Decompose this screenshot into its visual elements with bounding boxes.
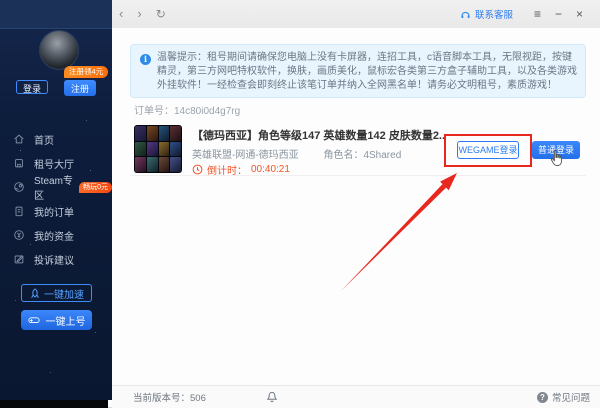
refresh-icon[interactable]: ↻ xyxy=(149,0,173,28)
sidebar-item-label: 我的资金 xyxy=(34,231,74,243)
sidebar-item-feedback[interactable]: 投诉建议 xyxy=(13,247,112,271)
account-server: 英雄联盟-网通-德玛西亚 xyxy=(192,150,299,161)
steam-icon xyxy=(13,181,25,193)
login-button[interactable]: 登录 xyxy=(16,80,48,94)
account-title: 【德玛西亚】角色等级147 英雄数量142 皮肤数量2.. xyxy=(192,130,446,142)
titlebar-controls: 联系客服 ≡ − × xyxy=(460,0,600,28)
account-role: 角色名：4Shared xyxy=(323,150,402,161)
auth-buttons: 登录 注册 xyxy=(0,80,112,96)
info-icon: i xyxy=(140,54,151,65)
order-number: 订单号：14c80i0d4g7rg xyxy=(134,106,241,117)
sidebar-item-my-funds[interactable]: 我的资金 xyxy=(13,223,112,247)
minimize-icon[interactable]: − xyxy=(548,0,569,28)
register-reward-badge: 注册领4元 xyxy=(64,66,109,78)
nav-back-icon[interactable]: ‹ xyxy=(112,0,130,28)
account-thumbnail xyxy=(134,125,182,173)
onekey-label: 一键上号 xyxy=(45,316,86,328)
question-icon: ? xyxy=(536,391,548,403)
close-icon[interactable]: × xyxy=(569,0,590,28)
title-bar: ‹ › ↻ 联系客服 ≡ − × xyxy=(112,0,600,29)
sidebar-item-my-orders[interactable]: 我的订单 xyxy=(13,199,112,223)
nav-forward-icon[interactable]: › xyxy=(130,0,148,28)
faq-link[interactable]: ? 常见问题 xyxy=(536,390,590,404)
account-subtitle: 英雄联盟-网通-德玛西亚 角色名：4Shared xyxy=(192,146,401,161)
sidebar-item-steam-zone[interactable]: Steam专区 畅玩0元 xyxy=(13,175,112,202)
sidebar-item-label: Steam专区 xyxy=(34,176,73,202)
steam-free-badge: 畅玩0元 xyxy=(79,181,112,193)
boost-label: 一键加速 xyxy=(44,289,84,301)
one-key-login-button[interactable]: 一键上号 xyxy=(21,310,92,330)
sidebar-item-label: 首页 xyxy=(34,135,54,147)
sidebar-header-strip xyxy=(0,0,112,29)
avatar[interactable] xyxy=(39,30,79,70)
feedback-icon xyxy=(13,253,25,265)
funds-icon xyxy=(13,229,25,241)
sidebar-item-label: 我的订单 xyxy=(34,207,74,219)
notice-text: 温馨提示：租号期间请确保您电脑上没有卡屏器，连招工具，c语音脚本工具，无限视距，… xyxy=(157,52,577,91)
gamepad-icon xyxy=(27,314,41,327)
headset-icon xyxy=(461,11,470,18)
notice-banner: i 温馨提示：租号期间请确保您电脑上没有卡屏器，连招工具，c语音脚本工具，无限视… xyxy=(130,44,586,98)
rocket-icon xyxy=(29,287,40,299)
main-content: i 温馨提示：租号期间请确保您电脑上没有卡屏器，连招工具，c语音脚本工具，无限视… xyxy=(112,28,600,385)
sidebar-menu: 首页 租号大厅 Steam专区 畅玩0元 我的订单 我的资金 投诉建议 xyxy=(13,127,112,271)
bell-icon[interactable] xyxy=(266,391,278,403)
countdown-label: 倒计时： xyxy=(207,166,247,177)
clock-icon xyxy=(192,164,203,175)
version-label: 当前版本号：506 xyxy=(133,393,206,404)
sidebar-item-home[interactable]: 首页 xyxy=(13,127,112,151)
sidebar: 注册领4元 登录 注册 首页 租号大厅 Steam专区 畅玩0元 我的订单 我的… xyxy=(0,0,112,400)
home-icon xyxy=(13,133,25,145)
contact-support-label: 联系客服 xyxy=(474,10,513,21)
sidebar-item-label: 租号大厅 xyxy=(34,159,74,171)
sidebar-item-label: 投诉建议 xyxy=(34,255,74,267)
window-menu-icon[interactable]: ≡ xyxy=(527,0,548,28)
countdown-value: 00:40:21 xyxy=(251,164,290,175)
app-window: 注册领4元 登录 注册 首页 租号大厅 Steam专区 畅玩0元 我的订单 我的… xyxy=(0,0,600,408)
normal-login-button[interactable]: 普通登录 xyxy=(532,141,580,159)
orders-icon xyxy=(13,205,25,217)
contact-support-link[interactable]: 联系客服 xyxy=(460,7,513,21)
faq-label: 常见问题 xyxy=(551,393,590,404)
status-bar: 当前版本号：506 ? 常见问题 xyxy=(112,385,600,408)
countdown-row: 倒计时： 00:40:21 xyxy=(192,162,290,177)
register-button[interactable]: 注册 xyxy=(64,80,96,96)
one-key-boost-button[interactable]: 一键加速 xyxy=(21,284,92,302)
bottom-left-strip xyxy=(0,400,108,408)
wegame-login-button[interactable]: WEGAME登录 xyxy=(457,141,519,159)
rental-hall-icon xyxy=(13,157,25,169)
